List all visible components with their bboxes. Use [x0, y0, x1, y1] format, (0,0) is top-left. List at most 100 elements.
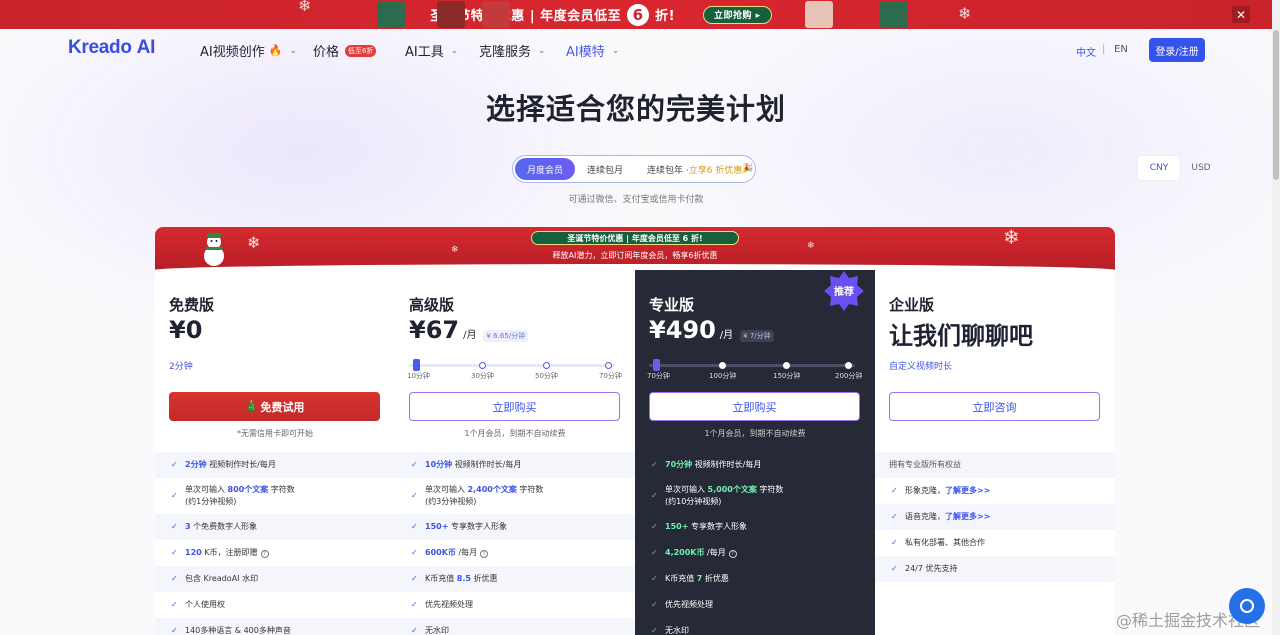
currency-usd[interactable]: USD — [1180, 156, 1222, 180]
chat-support-button[interactable] — [1229, 588, 1265, 624]
consult-button[interactable]: 立即咨询 — [889, 392, 1100, 421]
check-icon: ✓ — [651, 460, 658, 469]
feature-highlight: 8.5 — [456, 574, 471, 583]
snowflake-icon: ❄ — [958, 4, 972, 23]
lang-cn[interactable]: 中文 — [1076, 44, 1096, 59]
plan-enterprise: 企业版 让我们聊聊吧 自定义视频时长 立即咨询 拥有专业版所有权益 ✓ 形象克隆，… — [875, 270, 1115, 635]
minutes-slider[interactable]: 70分钟 100分钟 150分钟 200分钟 — [647, 359, 862, 382]
nav-item-ai-tools[interactable]: AI工具 ⌄ — [405, 41, 458, 60]
billing-continuous-yearly[interactable]: 连续包年 · 立享6 折优惠 🎉 — [635, 158, 766, 180]
nav-item-clone-service[interactable]: 克隆服务 ⌄ — [479, 41, 546, 60]
feature-item: ✓ 单次可输入 800个文案 字符数 (约1分钟视频) — [155, 478, 395, 514]
feature-text: 单次可输入 — [665, 485, 708, 494]
feature-text: 视频制作时长/每月 — [692, 460, 762, 469]
feature-text: /每月 — [455, 548, 478, 557]
slider-track[interactable] — [649, 364, 855, 367]
check-icon: ✓ — [651, 491, 658, 500]
learn-more-link[interactable]: 了解更多>> — [945, 486, 990, 495]
feature-item: ✓ 个人使用权 — [155, 592, 395, 618]
feature-text: 字符数 — [516, 485, 544, 494]
feature-item: ✓ K币充值 7 折优惠 — [635, 566, 875, 592]
slider-handle[interactable] — [653, 359, 660, 371]
logo-ai: AI — [136, 37, 156, 58]
nav-item-ai-model[interactable]: AI模特 ⌄ — [566, 41, 619, 60]
lang-en[interactable]: EN — [1114, 44, 1128, 55]
logo[interactable]: Kreado AI — [68, 37, 155, 59]
feature-text: 字符数 — [756, 485, 784, 494]
price-unit: /月 — [463, 330, 477, 341]
slider-stop[interactable] — [479, 362, 486, 369]
feature-text: K币充值 — [665, 574, 697, 583]
page-scrollbar[interactable] — [1272, 0, 1280, 635]
slider-stop[interactable] — [845, 362, 852, 369]
billing-continuous-monthly[interactable]: 连续包月 — [575, 158, 635, 180]
feature-highlight: 120 — [185, 548, 202, 557]
promo-buy-button[interactable]: 立即抢购 ▸ — [703, 5, 772, 24]
nav-item-ai-video[interactable]: AI视频创作 🔥 ⌄ — [200, 41, 297, 60]
info-icon[interactable]: ? — [260, 550, 269, 558]
payment-note: 可通过微信、支付宝或信用卡付款 — [568, 195, 704, 205]
minutes-slider[interactable]: 10分钟 30分钟 50分钟 70分钟 — [407, 359, 622, 382]
info-icon[interactable]: ? — [480, 550, 489, 558]
promo-image — [437, 1, 465, 28]
snowman-icon — [204, 233, 224, 266]
slider-label: 10分钟 — [407, 372, 430, 380]
cta-note: *无需信用卡即可开始 — [237, 429, 313, 438]
christmas-banner: ❄ ❄ ❄ ❄ 圣诞节特价优惠 | 年度会员低至 6 折! 释放AI潜力，立即订… — [155, 227, 1115, 270]
nav-label: 克隆服务 — [479, 45, 532, 60]
feature-item: ✓ 优先视频处理 — [395, 592, 635, 618]
discount-badge: 低至6折 — [345, 44, 377, 57]
slider-stop[interactable] — [719, 362, 726, 369]
feature-text: K币充值 — [425, 574, 457, 583]
scrollbar-thumb[interactable] — [1273, 30, 1279, 180]
check-icon: ✓ — [171, 491, 178, 500]
page-title: 选择适合您的完美计划 — [485, 92, 786, 126]
per-minute-tag: ¥ 6.65/分钟 — [483, 330, 529, 342]
chat-icon — [1240, 599, 1254, 613]
per-minute-tag: ¥ 7/分钟 — [740, 330, 774, 342]
feature-item: ✓ 600K币 /每月? — [395, 540, 635, 566]
free-trial-button[interactable]: 🎄 免费试用 — [169, 392, 380, 421]
feature-text: 专享数字人形象 — [688, 522, 747, 531]
slider-label: 150分钟 — [773, 372, 801, 380]
recommended-badge: 推荐 — [824, 271, 864, 311]
feature-highlight: 2分钟 — [185, 460, 207, 469]
check-icon: ✓ — [411, 574, 418, 583]
login-button[interactable]: 登录/注册 — [1149, 38, 1205, 62]
slider-stop[interactable] — [543, 362, 550, 369]
close-icon[interactable]: ✕ — [1232, 6, 1250, 23]
feature-text: 140多种语言 & 400多种声音 — [185, 626, 291, 635]
nav-item-pricing[interactable]: 价格 低至6折 — [313, 41, 377, 60]
feature-highlight: 150+ — [665, 522, 689, 531]
promo-banner[interactable]: ❄ ❄ 圣诞节特价优惠 | 年度会员低至 6 折! 立即抢购 ▸ ✕ — [0, 0, 1272, 29]
feature-item: ✓ 2分钟 视频制作时长/每月 — [155, 452, 395, 478]
slider-track[interactable] — [409, 364, 615, 367]
feature-list: 拥有专业版所有权益 ✓ 形象克隆，了解更多>> ✓ 语音克隆，了解更多>> ✓ 私有化… — [875, 452, 1115, 582]
check-icon: ✓ — [411, 600, 418, 609]
check-icon: ✓ — [171, 574, 178, 583]
feature-item: 拥有专业版所有权益 — [875, 452, 1115, 478]
buy-now-button[interactable]: 立即购买 — [409, 392, 620, 421]
slider-stop[interactable] — [783, 362, 790, 369]
slider-stop[interactable] — [605, 362, 612, 369]
slider-handle[interactable] — [413, 359, 420, 371]
price-value: ¥0 — [169, 316, 203, 344]
nav-label: AI工具 — [405, 45, 444, 60]
learn-more-link[interactable]: 了解更多>> — [945, 512, 990, 521]
billing-monthly[interactable]: 月度会员 — [515, 158, 576, 180]
nav-label: 价格 — [313, 45, 340, 60]
feature-highlight: 70分钟 — [665, 460, 693, 469]
buy-now-button[interactable]: 立即购买 — [649, 392, 860, 421]
fire-icon: 🔥 — [268, 44, 283, 57]
plan-premium: 高级版 ¥67/月 ¥ 6.65/分钟 10分钟 30分钟 50分钟 70分钟 立… — [395, 270, 635, 635]
currency-cny[interactable]: CNY — [1138, 156, 1180, 180]
feature-text: 单次可输入 — [185, 485, 228, 494]
check-icon: ✓ — [411, 460, 418, 469]
feature-highlight: 10分钟 — [425, 460, 453, 469]
feature-text: 折优惠 — [470, 574, 498, 583]
feature-highlight: 2,400个文案 — [467, 485, 517, 494]
feature-text: 包含 KreadoAI 水印 — [185, 574, 259, 583]
info-icon[interactable]: ? — [728, 550, 737, 558]
feature-item: ✓ 150+ 专享数字人形象 — [395, 514, 635, 540]
xmas-subtitle: 释放AI潜力，立即订阅年度会员，畅享6折优惠 — [552, 251, 718, 260]
